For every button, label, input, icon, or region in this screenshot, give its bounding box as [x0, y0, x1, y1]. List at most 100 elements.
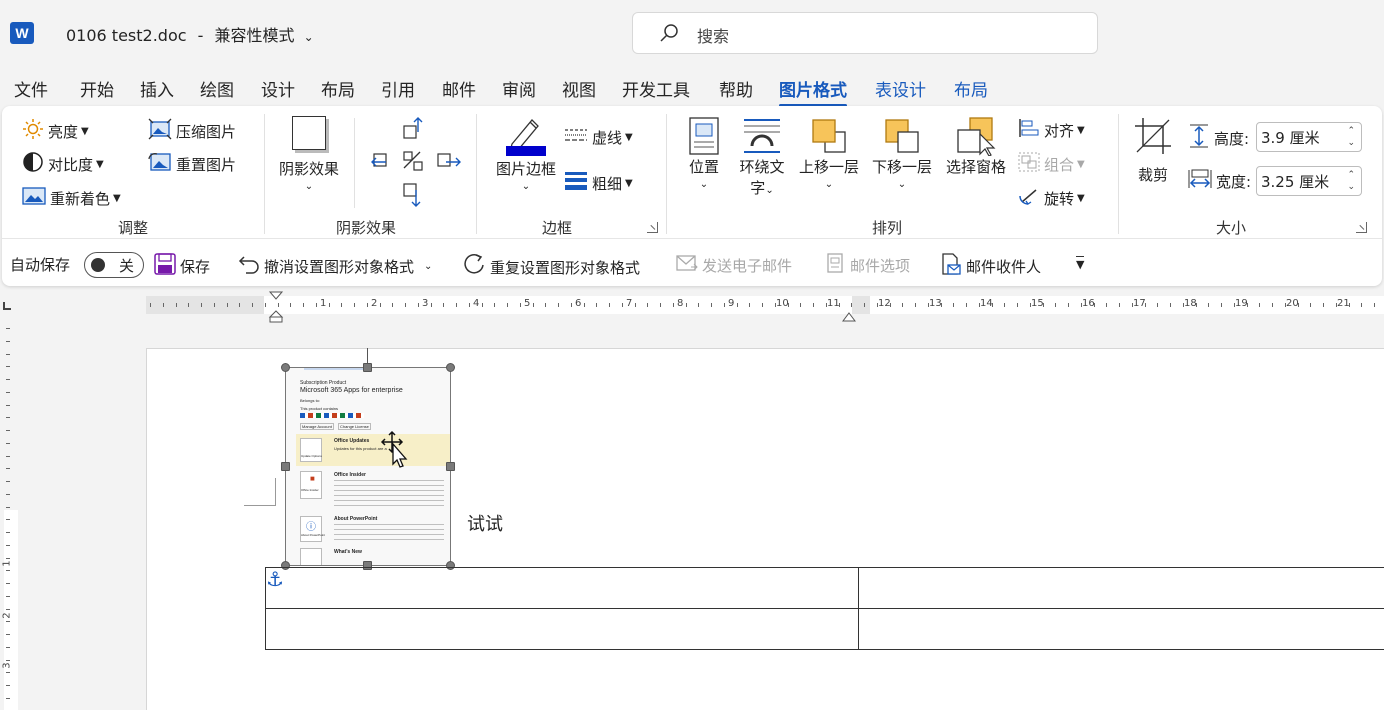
document-table[interactable]: [265, 567, 1384, 650]
crop-button[interactable]: 裁剪: [1128, 116, 1178, 185]
ruler-tick: [1208, 303, 1210, 307]
spinner-icon[interactable]: ⌃ ⌄: [1347, 125, 1355, 149]
tab-file[interactable]: 文件: [14, 76, 48, 101]
ruler-tick: [978, 303, 980, 307]
tab-design[interactable]: 设计: [261, 76, 295, 101]
tab-insert[interactable]: 插入: [140, 76, 174, 101]
vruler-number: 2: [1, 612, 13, 619]
ruler-tick: [864, 303, 865, 307]
customize-qat-button[interactable]: ▼: [1076, 256, 1085, 271]
size-dialog-launcher-icon[interactable]: [1356, 222, 1367, 233]
tab-picture-format[interactable]: 图片格式: [779, 76, 847, 107]
position-button[interactable]: 位置 ⌄: [682, 116, 726, 190]
ruler-tick: [851, 303, 853, 307]
spinner-icon[interactable]: ⌃ ⌄: [1347, 169, 1355, 193]
save-button[interactable]: 保存: [154, 253, 210, 279]
mail-recipient-button[interactable]: 邮件收件人: [940, 253, 1041, 279]
autosave-toggle[interactable]: 关: [84, 252, 144, 278]
shadow-effects-button[interactable]: 阴影效果 ⌄: [274, 116, 344, 192]
resize-handle-tr[interactable]: [446, 363, 455, 372]
margin-corner-mark: [244, 478, 276, 506]
selected-picture[interactable]: Subscription Product Microsoft 365 Apps …: [285, 367, 451, 566]
ruler-tick: [736, 303, 738, 307]
picture-product: Microsoft 365 Apps for enterprise: [300, 387, 403, 394]
ruler-tick: [1055, 303, 1057, 307]
tab-references[interactable]: 引用: [381, 76, 415, 101]
compress-pictures-button[interactable]: 压缩图片: [148, 118, 236, 144]
tab-selector-icon[interactable]: [3, 302, 11, 310]
selection-pane-button[interactable]: 选择窗格: [942, 116, 1010, 177]
tab-developer[interactable]: 开发工具: [622, 76, 690, 101]
tab-layout[interactable]: 布局: [321, 76, 355, 101]
right-indent-marker-icon[interactable]: [842, 308, 856, 322]
ruler-tick: [213, 303, 215, 307]
height-icon: [1188, 124, 1210, 152]
horizontal-ruler[interactable]: 1 2 3 4 5 6 7 8 9 10 11 12 13 14 15 16 17 18 19 20 21: [146, 296, 1384, 314]
tab-view[interactable]: 视图: [562, 76, 596, 101]
border-dialog-launcher-icon[interactable]: [647, 222, 658, 233]
vruler-tick: [6, 442, 10, 444]
ruler-tick: [162, 303, 164, 307]
vertical-ruler[interactable]: 1 2 3: [0, 320, 24, 710]
ruler-tick: [621, 303, 623, 307]
brightness-button[interactable]: 亮度 ▼: [22, 118, 89, 144]
picture-insider-label: Office Insider: [301, 488, 319, 492]
rotate-icon: [1018, 186, 1040, 210]
bring-forward-button[interactable]: 上移一层 ⌄: [796, 116, 862, 190]
picture-belongs: Belongs to:: [300, 398, 321, 403]
tab-draw[interactable]: 绘图: [200, 76, 234, 101]
group-objects-button[interactable]: 组合 ▼: [1018, 152, 1085, 176]
tab-table-layout[interactable]: 布局: [954, 76, 988, 101]
picture-update-options: Update Options: [301, 454, 322, 458]
group-label-size: 大小: [1216, 219, 1247, 237]
contrast-button[interactable]: 对比度 ▼: [22, 151, 104, 177]
search-box[interactable]: 搜索: [632, 12, 1098, 54]
recolor-button[interactable]: 重新着色 ▼: [22, 186, 121, 210]
body-text[interactable]: 试试: [467, 510, 503, 536]
ruler-tick: [1323, 303, 1324, 307]
reset-picture-button[interactable]: 重置图片: [148, 151, 236, 177]
resize-handle-left[interactable]: [281, 462, 290, 471]
ruler-tick: [1284, 303, 1286, 307]
wrap-text-button[interactable]: 环绕文 字⌄: [734, 116, 790, 198]
chevron-down-icon[interactable]: ⌄: [424, 261, 432, 272]
send-email-button[interactable]: 发送电子邮件: [676, 253, 792, 277]
ruler-tick: [774, 303, 776, 307]
rotate-button[interactable]: 旋转 ▼: [1018, 186, 1085, 210]
contrast-icon: [22, 151, 44, 177]
weight-button[interactable]: 粗细 ▼: [564, 170, 633, 196]
send-backward-button[interactable]: 下移一层 ⌄: [868, 116, 936, 190]
picture-border-button[interactable]: 图片边框 ⌄: [486, 116, 566, 192]
mail-options-button[interactable]: 邮件选项: [826, 253, 910, 277]
resize-handle-right[interactable]: [446, 462, 455, 471]
align-button[interactable]: 对齐 ▼: [1018, 118, 1085, 142]
redo-button[interactable]: 重复设置图形对象格式: [462, 253, 640, 281]
ruler-tick: [494, 303, 496, 307]
height-input[interactable]: 3.9 厘米 ⌃ ⌄: [1256, 122, 1362, 152]
tab-review[interactable]: 审阅: [502, 76, 536, 101]
tab-mailings[interactable]: 邮件: [442, 76, 476, 101]
vruler-tick: [6, 595, 10, 597]
ruler-tick: [252, 303, 253, 307]
tab-table-design[interactable]: 表设计: [875, 76, 926, 101]
vruler-tick: [6, 417, 10, 419]
width-input[interactable]: 3.25 厘米 ⌃ ⌄: [1256, 166, 1362, 196]
ruler-tick: [188, 303, 190, 307]
tab-home[interactable]: 开始: [80, 76, 114, 101]
tab-help[interactable]: 帮助: [719, 76, 753, 101]
dashes-button[interactable]: 虚线 ▼: [564, 126, 633, 148]
selection-pane-label: 选择窗格: [945, 158, 1006, 176]
table-column-divider: [858, 568, 859, 649]
vruler-tick: [6, 646, 10, 648]
undo-button[interactable]: 撤消设置图形对象格式 ⌄: [238, 253, 432, 279]
undo-label: 撤消设置图形对象格式: [264, 257, 415, 276]
resize-handle-tl[interactable]: [281, 363, 290, 372]
resize-handle-top[interactable]: [363, 363, 372, 372]
indent-marker-icon[interactable]: [268, 291, 284, 323]
document-title[interactable]: 0106 test2.doc - 兼容性模式 ⌄: [66, 22, 314, 46]
app-icons-strip: [300, 413, 364, 418]
weight-icon: [564, 170, 588, 196]
ruler-tick: [290, 303, 292, 307]
anchor-icon[interactable]: ⚓: [266, 567, 284, 591]
group-label-shadow: 阴影效果: [336, 219, 397, 237]
